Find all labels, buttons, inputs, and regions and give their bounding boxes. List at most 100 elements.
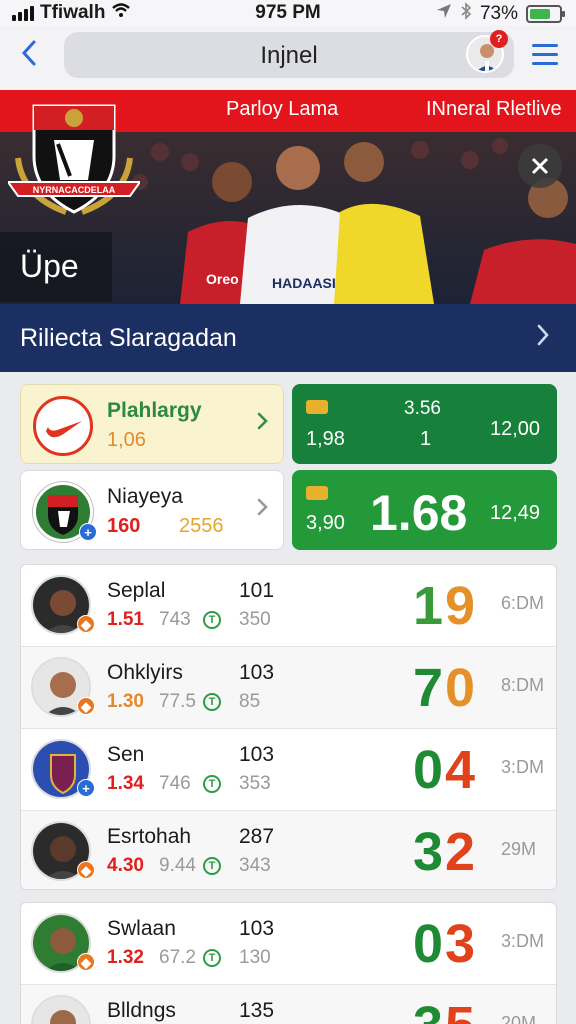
banner-link-2[interactable]: INneral Rletlive <box>426 98 562 121</box>
player-odds: 4.30 <box>107 855 144 876</box>
player-sub: 343 <box>239 855 271 876</box>
player-number: 103 <box>239 743 275 766</box>
score: 04 <box>413 740 478 800</box>
player-odds: 1.30 <box>107 691 144 712</box>
score: 32 <box>413 822 478 882</box>
chevron-left-icon <box>21 40 36 66</box>
list-item[interactable]: + Sen 103 1.34 746 T 353 04 3:DM <box>21 729 556 811</box>
player-name: Sen <box>107 743 145 766</box>
player-number: 103 <box>239 917 275 940</box>
chevron-right-icon <box>257 411 269 437</box>
menu-button[interactable] <box>532 44 558 66</box>
match-list: ◆ Seplal 101 1.51 743 T 350 19 6:DM ◆ Oh… <box>20 564 557 890</box>
badge-icon: ◆ <box>77 697 95 715</box>
player-stat: 746 <box>159 773 191 794</box>
player-stat: 67.2 <box>159 947 196 968</box>
odds-card-1-mid: 1 <box>420 428 432 450</box>
featured-card-1[interactable]: Plahlargy 1,06 <box>20 384 284 464</box>
featured-value-1: 1,06 <box>107 429 146 451</box>
odds-card-1-left: 1,98 <box>306 428 345 450</box>
player-name: Seplal <box>107 579 166 602</box>
match-time: 29M <box>501 839 537 859</box>
match-time: 20M <box>501 1013 537 1024</box>
odds-card-1-top: 3.56 <box>404 398 441 419</box>
ticket-icon <box>306 486 328 500</box>
badge-icon: ◆ <box>77 615 95 633</box>
featured-card-2[interactable]: + Niayeya 160 2556 <box>20 470 284 550</box>
coin-icon: T <box>203 611 221 629</box>
featured-value-2b: 2556 <box>179 515 224 537</box>
location-icon <box>436 3 452 25</box>
section-header[interactable]: Riliecta Slaragadan <box>0 304 576 372</box>
bluetooth-icon <box>460 2 472 26</box>
page-title: Injnel <box>260 42 318 69</box>
battery-percent: 73% <box>479 3 518 24</box>
chevron-right-icon <box>257 497 269 523</box>
status-bar: Tfiwalh 975 PM 73% <box>0 0 576 26</box>
player-stat: 9.44 <box>159 855 196 876</box>
odds-card-2[interactable]: 3,90 1.68 12,49 <box>292 470 557 550</box>
odds-card-2-right: 12,49 <box>490 502 541 524</box>
battery-icon <box>526 5 565 23</box>
score: 19 <box>413 576 478 636</box>
featured-value-2a: 160 <box>107 515 141 537</box>
ticket-icon <box>306 400 328 414</box>
player-sub: 353 <box>239 773 271 794</box>
badge-icon: + <box>77 779 95 797</box>
player-odds: 1.34 <box>107 773 144 794</box>
list-item[interactable]: ◆ Esrtohah 287 4.30 9.44 T 343 32 29M <box>21 811 556 889</box>
badge-icon: ◆ <box>77 861 95 879</box>
add-icon: + <box>79 523 97 541</box>
player-odds: 1.32 <box>107 947 144 968</box>
close-button[interactable] <box>518 144 562 188</box>
player-stat: 743 <box>159 609 191 630</box>
jersey-text-2: Oreo <box>206 271 239 287</box>
odds-card-2-big: 1.68 <box>370 485 468 541</box>
close-icon <box>531 157 549 175</box>
player-number: 287 <box>239 825 275 848</box>
coin-icon: T <box>203 857 221 875</box>
list-item[interactable]: ◆ Blldngs 135 T 35 20M <box>21 985 556 1024</box>
player-name: Ohklyirs <box>107 661 183 684</box>
chevron-right-icon <box>536 322 550 354</box>
player-number: 101 <box>239 579 275 602</box>
match-time: 6:DM <box>501 593 545 613</box>
player-name: Blldngs <box>107 999 176 1022</box>
jersey-text: HADAASIA <box>272 275 346 291</box>
player-name: Swlaan <box>107 917 176 940</box>
coin-icon: T <box>203 949 221 967</box>
match-time: 3:DM <box>501 931 545 951</box>
section-title: Riliecta Slaragadan <box>20 324 237 352</box>
back-button[interactable] <box>18 38 48 74</box>
club-logo: NYRNACACDELAA <box>8 104 140 215</box>
hamburger-icon <box>532 44 558 65</box>
player-sub: 350 <box>239 609 271 630</box>
swoosh-icon <box>33 396 93 456</box>
player-odds: 1.51 <box>107 609 144 630</box>
player-number: 103 <box>239 661 275 684</box>
player-sub: 85 <box>239 691 261 712</box>
match-time: 8:DM <box>501 675 545 695</box>
status-right: 73% <box>436 2 565 26</box>
featured-name-2: Niayeya <box>107 485 183 508</box>
odds-card-2-left: 3,90 <box>306 512 345 534</box>
score: 35 <box>413 995 477 1024</box>
coin-icon: T <box>203 693 221 711</box>
list-item[interactable]: ◆ Ohklyirs 103 1.30 77.5 T 85 70 8:DM <box>21 647 556 729</box>
list-item[interactable]: ◆ Seplal 101 1.51 743 T 350 19 6:DM <box>21 565 556 647</box>
match-time: 3:DM <box>501 757 545 777</box>
odds-card-1[interactable]: 3.56 1,98 1 12,00 <box>292 384 557 464</box>
player-number: 135 <box>239 999 275 1022</box>
nav-title-pill[interactable]: Injnel <box>64 32 514 78</box>
avatar <box>31 995 91 1024</box>
coin-icon: T <box>203 775 221 793</box>
banner-link-1[interactable]: Parloy Lama <box>226 98 338 121</box>
logo-text: NYRNACACDELAA <box>33 185 116 195</box>
player-stat: 77.5 <box>159 691 196 712</box>
list-item[interactable]: ◆ Swlaan 103 1.32 67.2 T 130 03 3:DM <box>21 903 556 985</box>
player-name: Esrtohah <box>107 825 192 848</box>
odds-card-1-right: 12,00 <box>490 418 541 440</box>
hero-tag: Üpe <box>0 232 112 302</box>
score: 70 <box>413 658 478 718</box>
notification-badge: ? <box>490 30 508 48</box>
